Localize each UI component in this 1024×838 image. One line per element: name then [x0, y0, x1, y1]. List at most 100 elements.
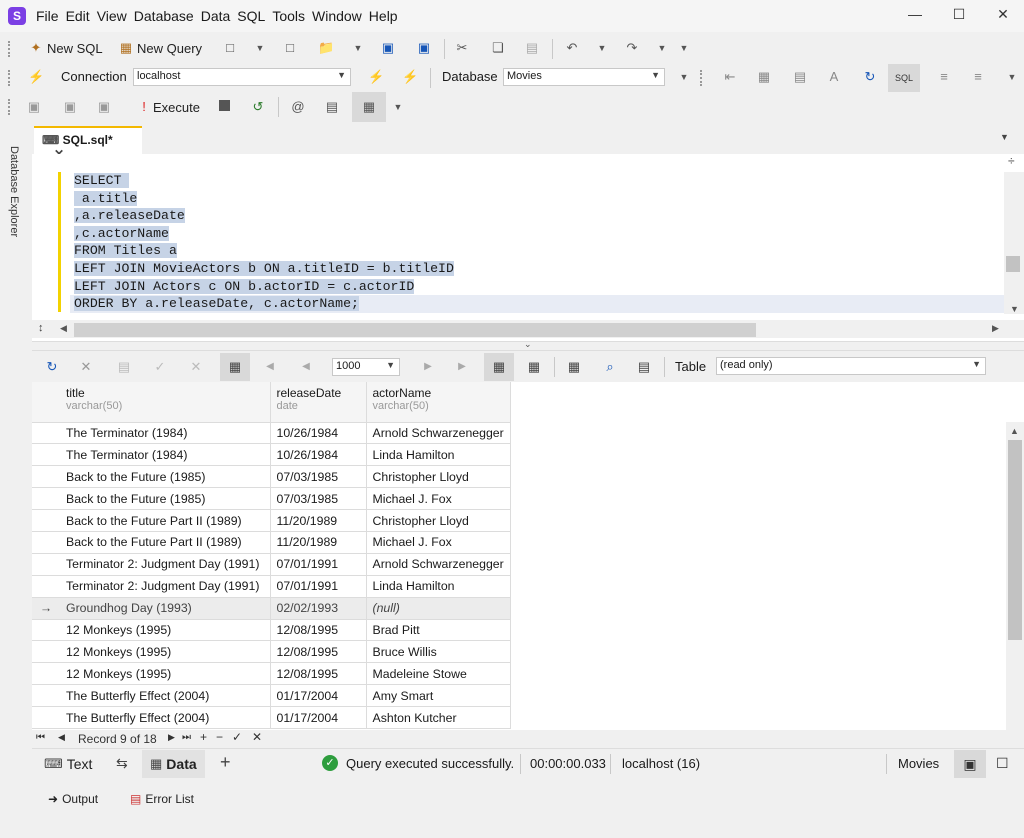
first-page-icon[interactable]: ◀ [262, 359, 278, 375]
prev-record-icon[interactable]: ◀ [58, 732, 65, 743]
row-indicator[interactable] [32, 640, 60, 664]
copy-icon[interactable]: ❏ [490, 40, 506, 56]
database-select[interactable]: Movies ▼ [503, 68, 665, 86]
new-sql-button[interactable]: ✦ New SQL [28, 34, 103, 62]
editor-horizontal-scrollbar[interactable]: ↕ ◀ ▶ [32, 320, 1024, 338]
split-editor-icon[interactable]: ÷ [1008, 154, 1015, 168]
row-indicator[interactable] [32, 575, 60, 598]
table-cell[interactable]: 02/02/1993 [270, 597, 367, 620]
undo-icon[interactable]: ↶ [564, 40, 580, 56]
menu-data[interactable]: Data [201, 8, 238, 24]
toolbar-overflow-icon[interactable]: ▼ [676, 69, 692, 85]
menu-help[interactable]: Help [369, 8, 405, 24]
execution-history-icon[interactable]: ↺ [250, 99, 266, 115]
export-data-icon[interactable]: ▤ [636, 359, 652, 375]
table-cell[interactable]: 01/17/2004 [270, 706, 367, 729]
code-line[interactable]: ,c.actorName [74, 225, 454, 243]
table-cell[interactable]: Ashton Kutcher [366, 706, 511, 729]
apply-icon[interactable]: ✓ [152, 359, 168, 375]
table-cell[interactable]: Bruce Willis [366, 640, 511, 664]
table-cell[interactable]: 12 Monkeys (1995) [60, 619, 271, 642]
table-cell[interactable]: Back to the Future Part II (1989) [60, 531, 271, 554]
horizontal-scroll-thumb[interactable] [74, 323, 756, 337]
table-cell[interactable]: Michael J. Fox [366, 487, 511, 511]
table-cell[interactable]: 10/26/1984 [270, 422, 367, 445]
row-indicator[interactable] [32, 422, 60, 445]
menu-view[interactable]: View [97, 8, 134, 24]
table-cell[interactable]: 07/01/1991 [270, 553, 367, 576]
disconnect-icon[interactable]: ⚡ [368, 69, 384, 85]
minimize-icon[interactable]: — [900, 6, 930, 26]
current-row-arrow-icon[interactable]: → [32, 597, 60, 620]
code-line[interactable]: LEFT JOIN MovieActors b ON a.titleID = b… [74, 260, 454, 278]
refresh-icon[interactable]: ↻ [862, 69, 878, 85]
scroll-right-icon[interactable]: ▶ [992, 323, 999, 334]
chevron-down-icon[interactable]: ▼ [594, 40, 610, 56]
table-cell[interactable]: Linda Hamilton [366, 443, 511, 467]
execute-button[interactable]: ! Execute [136, 93, 200, 121]
database-stop-icon[interactable]: ▣ [96, 99, 112, 115]
add-record-icon[interactable]: + [200, 730, 207, 744]
menu-edit[interactable]: Edit [66, 8, 97, 24]
code-line[interactable]: ORDER BY a.releaseDate, c.actorName; [74, 295, 454, 313]
outline-icon[interactable]: ▤ [792, 69, 808, 85]
maximize-icon[interactable]: ☐ [944, 6, 974, 26]
grid-scroll-thumb[interactable] [1008, 440, 1022, 640]
text-view-tab[interactable]: ⌨ Text [44, 750, 92, 778]
card-view-icon[interactable]: ▦ [526, 359, 542, 375]
connect-plug-icon[interactable]: ⚡ [28, 69, 44, 85]
last-record-icon[interactable]: ⏭ [182, 732, 191, 743]
table-cell[interactable]: 12 Monkeys (1995) [60, 640, 271, 664]
table-row[interactable]: Back to the Future (1985) 07/03/1985 Chris… [32, 465, 511, 489]
table-cell[interactable]: Terminator 2: Judgment Day (1991) [60, 553, 271, 576]
columns-icon[interactable]: ▦ [566, 359, 582, 375]
save-icon[interactable]: ▣ [380, 40, 396, 56]
table-cell[interactable]: Linda Hamilton [366, 575, 511, 598]
table-cell[interactable]: Terminator 2: Judgment Day (1991) [60, 575, 271, 598]
data-view-tab[interactable]: ▦ Data [142, 750, 205, 778]
table-cell[interactable]: Back to the Future (1985) [60, 465, 271, 489]
table-cell[interactable]: 10/26/1984 [270, 443, 367, 467]
swap-icon[interactable]: ⇆ [116, 755, 128, 772]
comment-icon[interactable]: ≡ [936, 69, 952, 85]
confirm-record-icon[interactable]: ✓ [232, 730, 242, 744]
code-line[interactable]: LEFT JOIN Actors c ON b.actorID = c.acto… [74, 278, 454, 296]
row-indicator[interactable] [32, 553, 60, 576]
sql-code[interactable]: SELECT a.title ,a.releaseDate ,c.actorName… [74, 172, 454, 313]
database-run-icon[interactable]: ▣ [62, 99, 78, 115]
table-cell[interactable]: 12/08/1995 [270, 619, 367, 642]
stop-icon[interactable] [219, 100, 230, 111]
row-indicator[interactable] [32, 509, 60, 532]
table-cell[interactable]: 07/03/1985 [270, 465, 367, 489]
menu-window[interactable]: Window [312, 8, 369, 24]
table-row[interactable]: The Butterfly Effect (2004) 01/17/2004 Amy… [32, 684, 511, 708]
table-row[interactable]: The Terminator (1984) 10/26/1984 Linda Ham… [32, 443, 511, 467]
table-cell[interactable]: The Terminator (1984) [60, 443, 271, 467]
table-cell[interactable]: Christopher Lloyd [366, 509, 511, 532]
table-row[interactable]: 12 Monkeys (1995) 12/08/1995 Madeleine Sto… [32, 662, 511, 686]
chevron-down-icon[interactable]: ▼ [654, 40, 670, 56]
table-cell[interactable]: Arnold Schwarzenegger [366, 422, 511, 445]
chevron-down-icon[interactable]: ▼ [252, 40, 268, 56]
output-tab[interactable]: ➜ Output [48, 785, 98, 813]
cut-icon[interactable]: ✂ [454, 40, 470, 56]
error-list-tab[interactable]: ▤ Error List [130, 785, 194, 813]
code-line[interactable]: SELECT [74, 172, 454, 190]
database-explorer-tab[interactable]: Database Explorer [8, 146, 20, 237]
paste-icon[interactable]: ▤ [524, 40, 540, 56]
toolbar-grip[interactable] [8, 99, 12, 115]
table-cell[interactable]: Groundhog Day (1993) [60, 597, 271, 620]
page-size-select[interactable]: 1000 ▼ [332, 358, 400, 376]
first-record-icon[interactable]: ⏮ [36, 732, 45, 743]
tab-sql[interactable]: ⌨ SQL.sql* ✕ [34, 126, 142, 161]
table-row[interactable]: Back to the Future (1985) 07/03/1985 Micha… [32, 487, 511, 511]
row-indicator[interactable] [32, 465, 60, 489]
insert-row-icon[interactable]: ▤ [116, 359, 132, 375]
row-indicator[interactable] [32, 619, 60, 642]
table-row[interactable]: 12 Monkeys (1995) 12/08/1995 Bruce Willis [32, 640, 511, 664]
row-indicator[interactable] [32, 531, 60, 554]
code-line[interactable]: a.title [74, 190, 454, 208]
new-query-button[interactable]: ▦ New Query [118, 34, 202, 62]
open-folder-icon[interactable]: 📁 [318, 40, 334, 56]
last-page-icon[interactable]: ▶ [454, 359, 470, 375]
